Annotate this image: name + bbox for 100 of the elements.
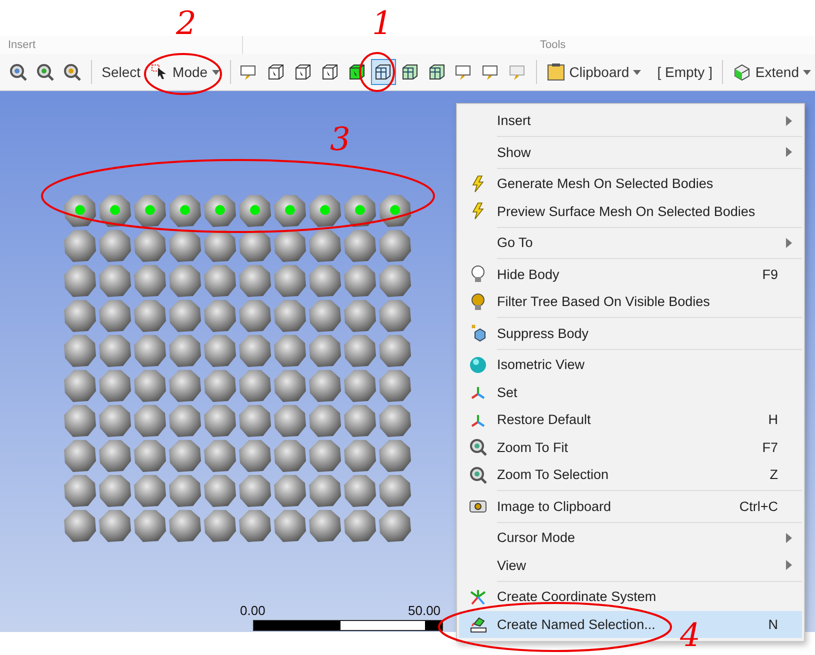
menu-item[interactable]: Preview Surface Mesh On Selected Bodies [459,198,802,225]
menu-item[interactable]: Zoom To Selection Z [459,461,802,488]
selected-sphere-body [238,194,272,228]
sphere-body [378,509,412,543]
submenu-arrow-icon [786,238,792,248]
select-label: Select [100,64,142,80]
menu-item[interactable]: View [459,552,802,579]
selection-filter-button[interactable] [370,59,396,85]
annotation-number: 2 [176,4,196,42]
sphere-body [133,369,167,403]
sphere-body [98,369,132,403]
sphere-body [308,509,342,543]
sphere-body [343,404,377,438]
annotation-number: 1 [372,4,392,42]
menu-item[interactable]: Hide Body F9 [459,260,802,288]
menu-item[interactable]: Restore Default H [459,406,802,434]
sphere-body [343,229,377,263]
sphere-body [98,334,132,368]
sphere-body [203,474,237,508]
mesh-cube-icon [428,63,446,81]
menu-item[interactable]: Set [459,378,802,406]
sphere-body [133,439,167,473]
sphere-body [63,509,97,543]
lightning-icon [471,174,485,193]
extend-dropdown[interactable]: Extend [729,58,815,86]
clipboard-dropdown[interactable]: Clipboard [543,58,646,86]
menu-item[interactable]: Filter Tree Based On Visible Bodies [459,288,802,316]
clipboard-icon [547,63,566,81]
named-selection-icon [469,615,487,634]
menu-item[interactable]: Generate Mesh On Selected Bodies [459,170,802,198]
cube-icon [266,63,285,81]
sphere-body [378,299,412,333]
menu-item[interactable]: Isometric View [459,351,802,378]
sphere-body [378,474,412,508]
sphere-body [168,369,202,403]
sphere-body [273,264,307,298]
light-bulb-icon [471,265,485,284]
sphere-body [343,264,377,298]
caret-icon [212,70,220,74]
sphere-body [273,369,307,403]
cube-icon [320,63,339,81]
sphere-body [238,264,272,298]
menu-item[interactable]: Create Coordinate System [459,583,802,610]
sphere-body [238,509,272,543]
zoom-icon [63,63,82,81]
menu-item[interactable]: Go To [459,229,802,256]
zoom-icon [36,63,54,81]
sphere-body [378,404,412,438]
submenu-arrow-icon [786,116,792,126]
sphere-body [203,299,237,333]
menu-item[interactable]: Insert [459,107,802,134]
sphere-body [203,404,237,438]
mode-dropdown[interactable]: Mode [146,58,224,86]
menu-item[interactable]: Zoom To Fit F7 [459,434,802,461]
sphere-body [308,299,342,333]
sphere-body [378,369,412,403]
selected-sphere-body [273,194,307,228]
cube-icon [733,63,752,81]
sphere-body [273,334,307,368]
selected-sphere-body [168,194,202,228]
sphere-body [133,404,167,438]
selected-sphere-body [133,194,167,228]
menu-item[interactable]: Show [459,138,802,166]
sphere-body [273,474,307,508]
sphere-body [273,439,307,473]
sphere-body [133,509,167,543]
cube-icon [294,63,312,81]
sphere-body [98,299,132,333]
sphere-body [63,439,97,473]
menu-item[interactable]: Suppress Body [459,320,802,347]
submenu-arrow-icon [786,560,792,570]
sphere-body [308,439,342,473]
sphere-body [343,299,377,333]
clipboard-value: [ Empty ] [656,64,714,80]
menu-item[interactable]: Cursor Mode [459,524,802,552]
sphere-body [378,439,412,473]
sphere-body [378,264,412,298]
sphere-body [98,404,132,438]
mesh-cube-icon [374,63,392,81]
sphere-body [168,509,202,543]
cube-icon [469,324,487,342]
sphere-body [63,369,97,403]
sphere-body [203,229,237,263]
ribbon-group-label: Tools [540,39,566,51]
sphere-body [308,369,342,403]
sphere-body [238,474,272,508]
sphere-body [273,299,307,333]
sphere-body [238,299,272,333]
caret-icon [803,70,811,74]
sphere-body [98,439,132,473]
sphere-body [203,439,237,473]
sphere-body [343,439,377,473]
sphere-body [308,334,342,368]
sphere-body [238,369,272,403]
menu-item[interactable]: Image to Clipboard Ctrl+C [459,492,802,520]
zoom-icon [469,466,487,484]
sphere-body [203,264,237,298]
lightning-icon [471,202,485,220]
submenu-arrow-icon [786,147,792,158]
sphere-body [343,474,377,508]
